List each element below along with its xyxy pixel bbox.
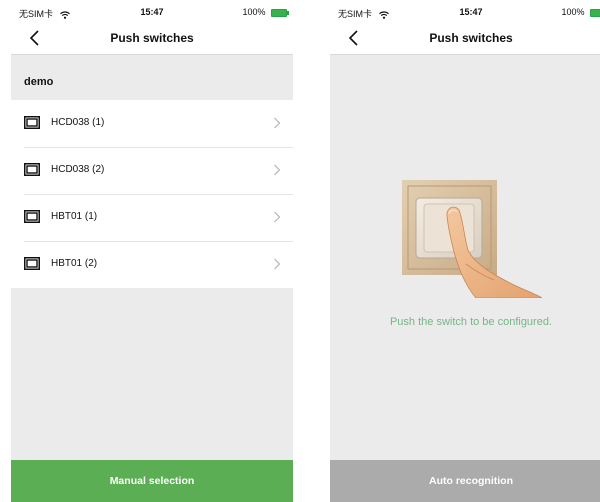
clock: 15:47 bbox=[459, 7, 483, 17]
nav-bar: Push switches bbox=[330, 22, 600, 55]
list-item-label: HCD038 (1) bbox=[51, 117, 105, 128]
switch-device-icon bbox=[24, 116, 40, 129]
list-item-label: HBT01 (1) bbox=[51, 211, 98, 222]
chevron-right-icon bbox=[274, 164, 281, 176]
switch-device-icon bbox=[24, 257, 40, 270]
battery-icon bbox=[271, 8, 289, 17]
auto-recognition-button[interactable]: Auto recognition bbox=[330, 460, 600, 502]
status-bar: 无SIM卡 15:47 100% bbox=[11, 0, 293, 22]
switch-device-icon bbox=[24, 210, 40, 223]
battery-indicator: 100% bbox=[242, 7, 289, 17]
switch-list: HCD038 (1) HCD038 (2) HBT01 (1) HBT01 (2… bbox=[11, 100, 293, 288]
manual-selection-button[interactable]: Manual selection bbox=[11, 460, 293, 502]
battery-percent: 100% bbox=[242, 7, 266, 17]
battery-indicator: 100% bbox=[561, 7, 600, 17]
nav-bar: Push switches bbox=[11, 22, 293, 55]
list-item-label: HBT01 (2) bbox=[51, 258, 98, 269]
manual-selection-screen: 无SIM卡 15:47 100% Push switches demo HCD0… bbox=[11, 0, 293, 502]
status-bar: 无SIM卡 15:47 100% bbox=[330, 0, 600, 22]
list-item[interactable]: HCD038 (1) bbox=[11, 100, 293, 147]
instruction-text: Push the switch to be configured. bbox=[389, 316, 553, 328]
hand-pushing-switch-illustration bbox=[402, 180, 542, 298]
auto-recognition-screen: 无SIM卡 15:47 100% Push switches Push the … bbox=[330, 0, 600, 502]
chevron-right-icon bbox=[274, 258, 281, 270]
chevron-right-icon bbox=[274, 211, 281, 223]
list-item[interactable]: HCD038 (2) bbox=[11, 147, 293, 194]
group-header: demo bbox=[24, 76, 54, 88]
battery-percent: 100% bbox=[561, 7, 585, 17]
list-item[interactable]: HBT01 (1) bbox=[11, 194, 293, 241]
list-item[interactable]: HBT01 (2) bbox=[11, 241, 293, 288]
chevron-right-icon bbox=[274, 117, 281, 129]
switch-device-icon bbox=[24, 163, 40, 176]
page-title: Push switches bbox=[110, 31, 194, 45]
page-title: Push switches bbox=[429, 31, 513, 45]
battery-icon bbox=[590, 8, 600, 17]
list-item-label: HCD038 (2) bbox=[51, 164, 105, 175]
